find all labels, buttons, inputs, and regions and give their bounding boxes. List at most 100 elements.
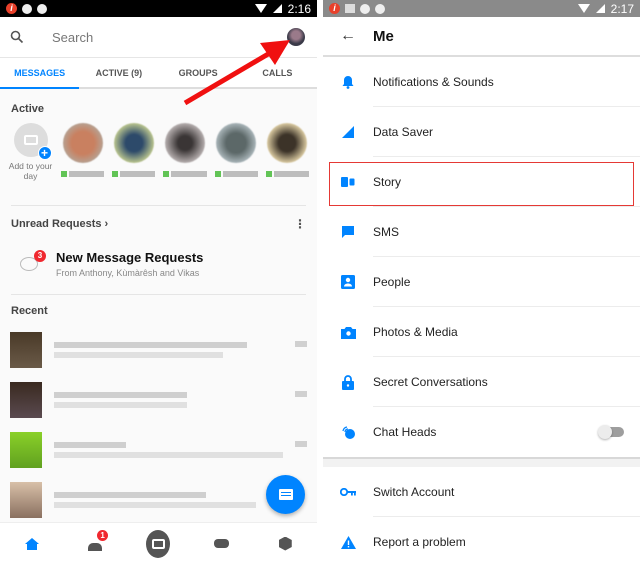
camera-icon — [23, 135, 38, 145]
story-icon — [341, 177, 355, 187]
tab-active[interactable]: ACTIVE (9) — [79, 58, 158, 87]
warning-icon — [340, 535, 356, 549]
status-bar: i 2:16 — [0, 0, 317, 17]
menu-label: Notifications & Sounds — [373, 75, 494, 89]
menu-report-problem[interactable]: Report a problem — [323, 517, 640, 564]
nav-people[interactable]: 1 — [83, 529, 109, 556]
unread-requests-header[interactable]: Unread Requests › ⋮ — [0, 206, 317, 232]
gamepad-icon — [214, 539, 230, 548]
nav-discover[interactable] — [273, 532, 297, 556]
nav-home[interactable] — [20, 532, 44, 556]
people-icon — [88, 542, 103, 551]
bell-icon — [342, 76, 354, 89]
app-notification-icon: i — [329, 3, 340, 14]
bottom-navigation: 1 — [0, 522, 317, 564]
active-section-title: Active — [11, 103, 45, 115]
active-friend[interactable] — [112, 123, 156, 195]
lock-icon — [342, 374, 354, 390]
message-requests-item[interactable]: 3 New Message Requests From Anthony, Kùm… — [0, 232, 317, 284]
nav-camera[interactable] — [146, 529, 171, 558]
unread-requests-title: Unread Requests — [11, 218, 102, 230]
signal-icon — [272, 4, 282, 13]
people-icon — [341, 275, 355, 289]
tab-calls[interactable]: CALLS — [238, 58, 317, 87]
settings-list: Notifications & Sounds Data Saver Story … — [323, 57, 640, 564]
menu-people[interactable]: People — [323, 257, 640, 307]
camera-icon — [340, 326, 356, 339]
menu-label: Data Saver — [373, 125, 434, 139]
image-notification-icon — [345, 4, 355, 13]
add-to-day-label: Add to your day — [8, 161, 53, 181]
menu-label: Switch Account — [373, 485, 455, 499]
notification-icon — [375, 3, 385, 14]
request-count-badge: 3 — [34, 250, 46, 262]
menu-label: Report a problem — [373, 535, 466, 549]
menu-sms[interactable]: SMS — [323, 207, 640, 257]
menu-switch-account[interactable]: Switch Account — [323, 467, 640, 517]
menu-label: SMS — [373, 225, 400, 239]
recent-section-title: Recent — [11, 305, 48, 317]
notification-icon — [22, 3, 32, 14]
key-icon — [340, 488, 356, 496]
app-notification-icon: i — [6, 3, 17, 14]
menu-notifications-sounds[interactable]: Notifications & Sounds — [323, 57, 640, 107]
wifi-icon — [254, 4, 267, 13]
menu-secret-conversations[interactable]: Secret Conversations — [323, 357, 640, 407]
chevron-right-icon: › — [104, 218, 109, 230]
status-bar: i 2:17 — [323, 0, 640, 17]
menu-data-saver[interactable]: Data Saver — [323, 107, 640, 157]
tab-groups[interactable]: GROUPS — [159, 58, 238, 87]
notification-icon — [37, 3, 47, 14]
active-friend[interactable] — [61, 123, 105, 195]
home-icon — [24, 537, 39, 550]
menu-photos-media[interactable]: Photos & Media — [323, 307, 640, 357]
data-saver-icon — [342, 126, 354, 138]
clock: 2:17 — [610, 1, 634, 16]
add-to-day-button[interactable]: + Add to your day — [8, 123, 53, 195]
plus-icon: + — [37, 146, 52, 160]
discover-icon — [278, 536, 292, 551]
chat-heads-toggle[interactable] — [598, 425, 624, 439]
tab-bar: MESSAGES ACTIVE (9) GROUPS CALLS — [0, 57, 317, 89]
new-message-button[interactable] — [266, 475, 305, 514]
wifi-icon — [577, 4, 590, 13]
menu-label: Secret Conversations — [373, 375, 488, 389]
profile-avatar[interactable] — [287, 28, 305, 46]
camera-icon — [146, 529, 171, 558]
section-separator — [323, 457, 640, 467]
nav-games[interactable] — [210, 532, 234, 556]
search-icon[interactable] — [10, 30, 24, 44]
menu-label: Story — [373, 175, 402, 189]
request-subtitle: From Anthony, Kùmàrêsh and Vikas — [56, 268, 200, 278]
menu-story[interactable]: Story — [323, 157, 640, 207]
notification-icon — [360, 3, 370, 14]
conversation-row[interactable] — [0, 375, 317, 425]
conversation-row[interactable] — [0, 325, 317, 375]
tab-messages[interactable]: MESSAGES — [0, 58, 80, 89]
menu-label: Chat Heads — [373, 425, 437, 439]
signal-icon — [595, 4, 605, 13]
active-friend[interactable] — [214, 123, 258, 195]
sms-icon — [342, 226, 354, 238]
active-friend[interactable] — [163, 123, 207, 195]
search-bar[interactable]: Search — [0, 17, 317, 57]
menu-label: Photos & Media — [373, 325, 458, 339]
back-arrow-icon[interactable]: ← — [323, 27, 373, 45]
messenger-home-screen: i 2:16 Search MESSAGES ACTIVE (9) GROUPS… — [0, 0, 317, 564]
request-title: New Message Requests — [56, 250, 204, 265]
me-settings-screen: i 2:17 ← Me Notifications & Sounds Data … — [323, 0, 640, 564]
chat-bubble-icon: 3 — [20, 250, 46, 271]
app-bar: ← Me — [323, 17, 640, 57]
compose-icon — [278, 489, 293, 500]
active-friends-row: + Add to your day — [0, 115, 317, 195]
clock: 2:16 — [287, 1, 311, 16]
page-title: Me — [373, 27, 394, 45]
more-options-icon[interactable]: ⋮ — [294, 217, 306, 231]
menu-chat-heads[interactable]: Chat Heads — [323, 407, 640, 457]
menu-label: People — [373, 275, 411, 289]
search-input[interactable]: Search — [52, 30, 287, 45]
chat-heads-icon — [341, 425, 355, 439]
active-friend[interactable] — [265, 123, 309, 195]
people-badge: 1 — [97, 529, 109, 541]
conversation-row[interactable] — [0, 425, 317, 475]
